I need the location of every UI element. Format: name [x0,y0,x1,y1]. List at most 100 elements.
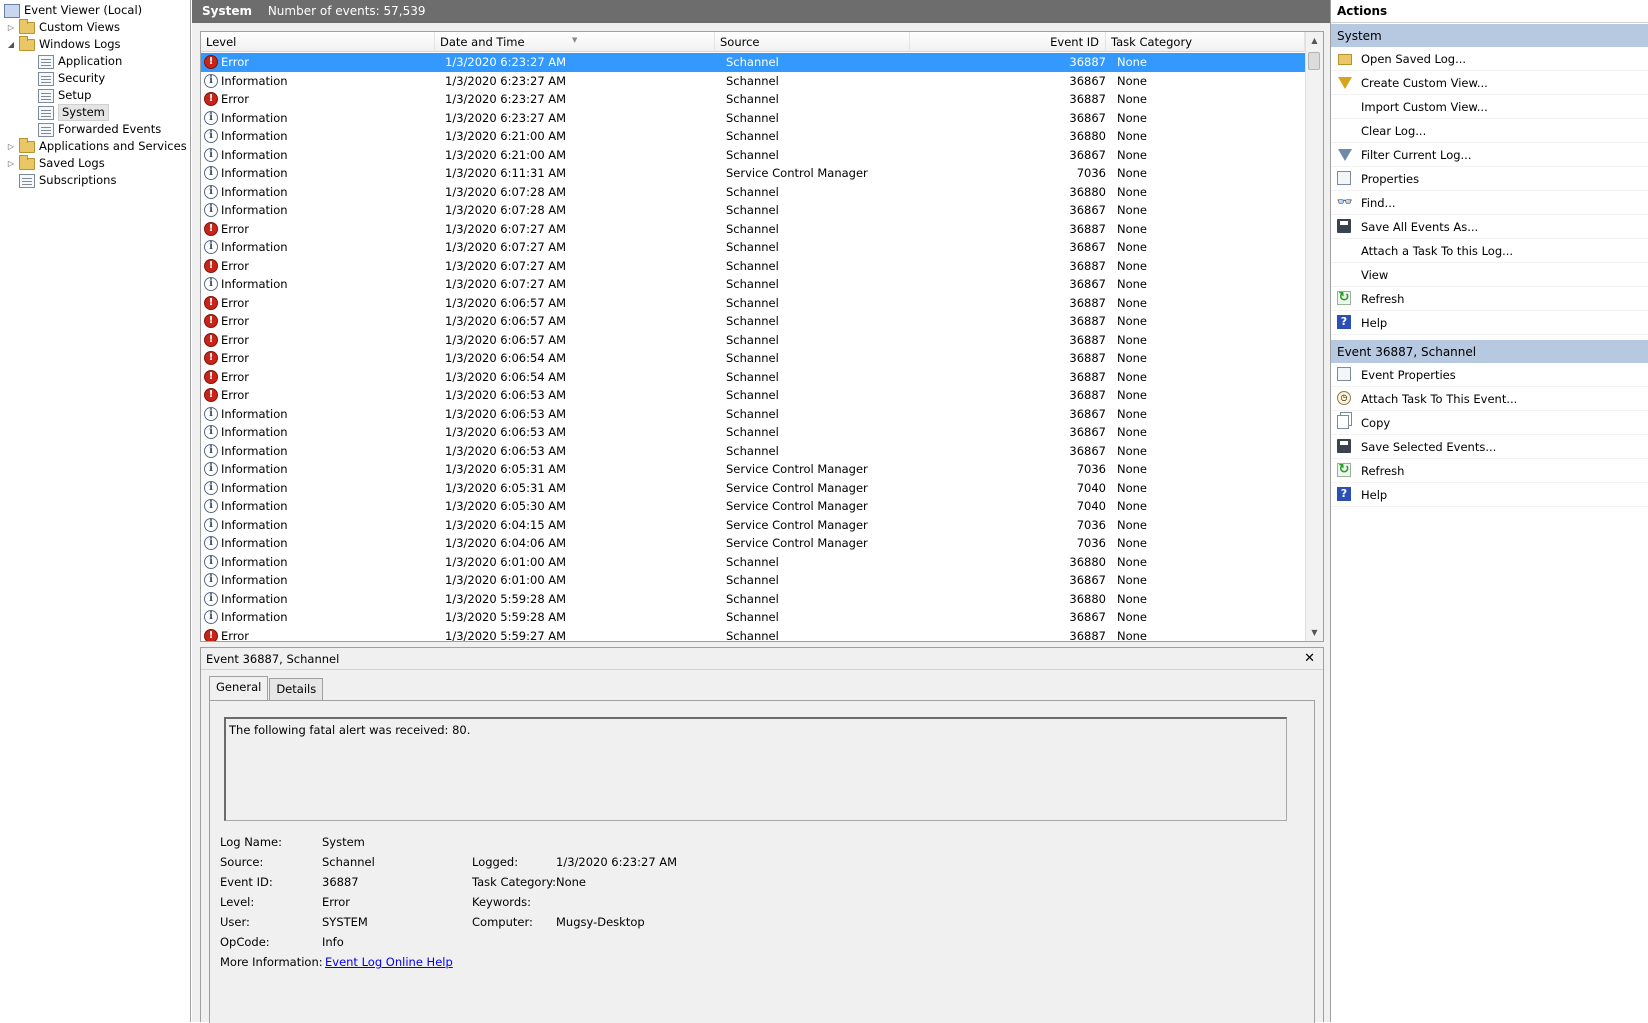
action-create-custom-view[interactable]: Create Custom View... [1331,71,1648,95]
table-row[interactable]: i Information 1/3/2020 6:04:06 AM Service C… [201,534,1305,553]
table-row[interactable]: i Information 1/3/2020 6:11:31 AM Service C… [201,164,1305,183]
table-row[interactable]: i Information 1/3/2020 6:23:27 AM Schannel 3… [201,109,1305,128]
action-save-all-events-as[interactable]: Save All Events As... [1331,215,1648,239]
field-value: None [556,875,587,889]
tree-windows-logs[interactable]: ◢ Windows Logs [6,35,121,53]
field-logged: Logged: 1/3/2020 6:23:27 AM [472,853,677,871]
scroll-up-icon[interactable]: ▲ [1306,32,1323,49]
event-count: Number of events: 57,539 [267,4,426,18]
event-description[interactable]: The following fatal alert was received: … [224,717,1287,821]
table-row[interactable]: i Information 1/3/2020 5:59:28 AM Schannel 3… [201,590,1305,609]
table-row[interactable]: ! Error 1/3/2020 6:23:27 AM Schannel 36887 No… [201,53,1305,72]
tree-saved-logs[interactable]: ▷ Saved Logs [6,154,105,172]
table-row[interactable]: ! Error 1/3/2020 6:06:57 AM Schannel 36887 No… [201,331,1305,350]
action-refresh[interactable]: ↻ Refresh [1331,459,1648,483]
cell-level-text: Information [221,203,288,217]
collapse-icon[interactable]: ◢ [6,36,16,53]
tree-item-security[interactable]: Security [38,70,105,87]
column-header-date[interactable]: Date and Time ▼ [435,32,715,52]
table-row[interactable]: i Information 1/3/2020 6:07:27 AM Schannel 3… [201,238,1305,257]
cell-date: 1/3/2020 6:06:57 AM [445,314,567,328]
action-copy[interactable]: Copy [1331,411,1648,435]
action-help[interactable]: ? Help [1331,311,1648,335]
table-row[interactable]: i Information 1/3/2020 6:21:00 AM Schannel 3… [201,146,1305,165]
tree-root[interactable]: Event Viewer (Local) [4,2,142,19]
column-header-task-category[interactable]: Task Category [1106,32,1305,52]
field-value: 36887 [322,875,359,889]
scroll-down-icon[interactable]: ▼ [1306,624,1323,641]
table-row[interactable]: i Information 1/3/2020 6:06:53 AM Schannel 3… [201,405,1305,424]
cell-date: 1/3/2020 6:06:53 AM [445,443,567,458]
table-row[interactable]: ! Error 1/3/2020 6:06:54 AM Schannel 36887 No… [201,368,1305,387]
tab-details[interactable]: Details [269,678,324,700]
cell-level: ! Error [204,349,436,367]
action-event-properties[interactable]: Event Properties [1331,363,1648,387]
action-attach-a-task-to-this-log[interactable]: Attach a Task To this Log... [1331,239,1648,263]
table-row[interactable]: i Information 1/3/2020 6:01:00 AM Schannel 3… [201,571,1305,590]
table-row[interactable]: i Information 1/3/2020 6:06:53 AM Schannel 3… [201,442,1305,461]
table-row[interactable]: i Information 1/3/2020 6:07:27 AM Schannel 3… [201,275,1305,294]
table-row[interactable]: i Information 1/3/2020 6:06:53 AM Schannel 3… [201,423,1305,442]
column-header-event-id[interactable]: Event ID [910,32,1106,52]
action-attach-task-to-this-event[interactable]: ◷ Attach Task To This Event... [1331,387,1648,411]
tree-item-system[interactable]: System [38,104,109,121]
table-row[interactable]: i Information 1/3/2020 6:01:00 AM Schannel 3… [201,553,1305,572]
scroll-thumb[interactable] [1308,52,1320,70]
actions-section-system[interactable]: System [1331,23,1648,47]
cell-task-category: None [1117,517,1148,532]
detail-tabs: General Details [209,676,324,700]
action-find[interactable]: 👓 Find... [1331,191,1648,215]
action-import-custom-view[interactable]: Import Custom View... [1331,95,1648,119]
cell-task-category: None [1117,55,1148,69]
close-icon[interactable]: ✕ [1304,648,1315,670]
event-log-help-link[interactable]: Event Log Online Help [325,955,453,969]
tree-item-application[interactable]: Application [38,53,122,70]
tree-item-setup[interactable]: Setup [38,87,91,104]
table-row[interactable]: i Information 1/3/2020 6:23:27 AM Schannel 3… [201,72,1305,91]
information-icon: i [204,277,218,291]
table-row[interactable]: ! Error 1/3/2020 6:07:27 AM Schannel 36887 No… [201,220,1305,239]
table-row[interactable]: ! Error 1/3/2020 6:23:27 AM Schannel 36887 No… [201,90,1305,109]
tree-subscriptions[interactable]: Subscriptions [19,172,116,189]
action-filter-current-log[interactable]: Filter Current Log... [1331,143,1648,167]
expand-icon[interactable]: ▷ [6,138,16,155]
table-row[interactable]: i Information 1/3/2020 6:05:31 AM Service C… [201,460,1305,479]
event-viewer-icon [4,3,20,18]
column-header-level[interactable]: Level [201,32,435,52]
table-row[interactable]: ! Error 1/3/2020 6:06:57 AM Schannel 36887 No… [201,294,1305,313]
cell-event-id: 7036 [1076,462,1106,476]
table-row[interactable]: i Information 1/3/2020 6:07:28 AM Schannel 3… [201,201,1305,220]
tab-general[interactable]: General [209,676,269,700]
action-help[interactable]: ? Help [1331,483,1648,507]
table-row[interactable]: i Information 1/3/2020 6:05:30 AM Service C… [201,497,1305,516]
table-row[interactable]: i Information 1/3/2020 6:04:15 AM Service C… [201,516,1305,535]
action-save-selected-events[interactable]: Save Selected Events... [1331,435,1648,459]
table-row[interactable]: ! Error 1/3/2020 6:06:54 AM Schannel 36887 No… [201,349,1305,368]
table-row[interactable]: i Information 1/3/2020 6:07:28 AM Schannel 3… [201,183,1305,202]
tree-custom-views[interactable]: ▷ Custom Views [6,18,120,36]
expand-icon[interactable]: ▷ [6,155,16,172]
action-refresh[interactable]: ↻ Refresh [1331,287,1648,311]
cell-source: Schannel [726,628,779,642]
table-row[interactable]: ! Error 1/3/2020 6:07:27 AM Schannel 36887 No… [201,257,1305,276]
table-row[interactable]: ! Error 1/3/2020 5:59:27 AM Schannel 36887 No… [201,627,1305,642]
error-icon: ! [204,628,218,641]
grid-scrollbar[interactable]: ▲ ▼ [1305,32,1323,641]
cell-level: i Information [204,405,436,423]
actions-section-event[interactable]: Event 36887, Schannel [1331,339,1648,363]
table-row[interactable]: ! Error 1/3/2020 6:06:57 AM Schannel 36887 No… [201,312,1305,331]
cell-level-text: Error [221,369,250,384]
action-properties[interactable]: Properties [1331,167,1648,191]
action-view[interactable]: View [1331,263,1648,287]
column-header-source[interactable]: Source [715,32,910,52]
table-row[interactable]: ! Error 1/3/2020 6:06:53 AM Schannel 36887 No… [201,386,1305,405]
cell-level-text: Information [221,536,288,550]
action-clear-log[interactable]: Clear Log... [1331,119,1648,143]
action-open-saved-log[interactable]: Open Saved Log... [1331,47,1648,71]
tree-item-forwarded-events[interactable]: Forwarded Events [38,121,161,138]
tree-apps-services[interactable]: ▷ Applications and Services Lo [6,137,190,155]
expand-icon[interactable]: ▷ [6,19,16,36]
table-row[interactable]: i Information 1/3/2020 6:21:00 AM Schannel 3… [201,127,1305,146]
table-row[interactable]: i Information 1/3/2020 6:05:31 AM Service C… [201,479,1305,498]
table-row[interactable]: i Information 1/3/2020 5:59:28 AM Schannel 3… [201,608,1305,627]
